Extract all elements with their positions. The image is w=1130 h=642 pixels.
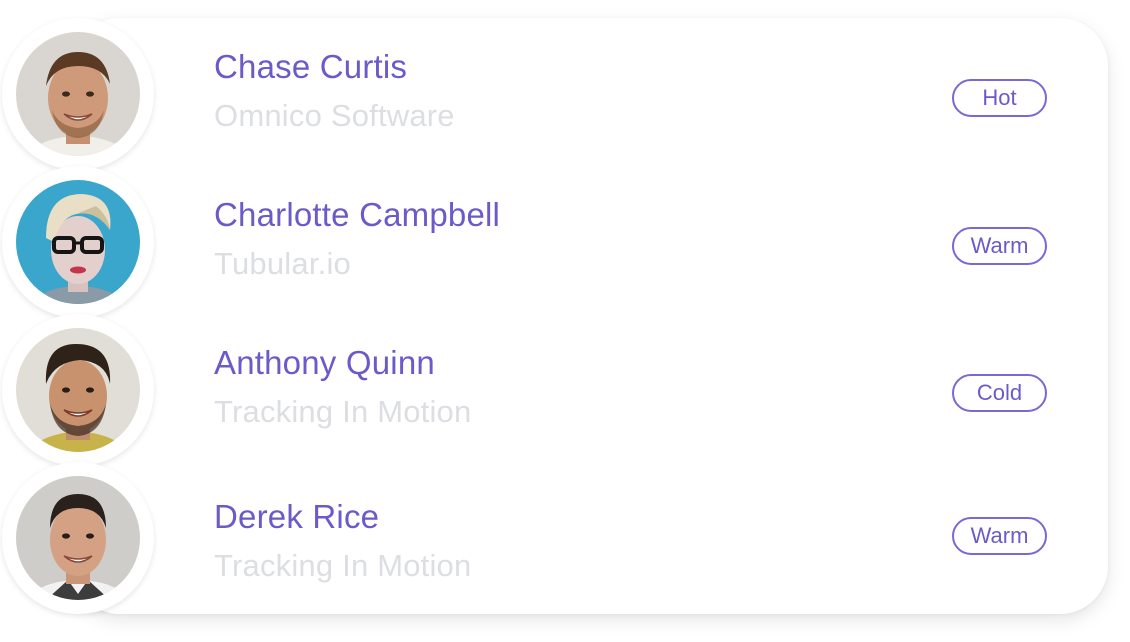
contact-company: Tracking In Motion <box>214 394 472 429</box>
contact-name[interactable]: Anthony Quinn <box>214 344 435 382</box>
contact-company: Tracking In Motion <box>214 548 472 583</box>
contact-name[interactable]: Chase Curtis <box>214 48 407 86</box>
status-badge: Hot <box>952 79 1047 117</box>
man-suit-photo-icon <box>16 476 140 600</box>
list-item[interactable]: Charlotte Campbell Tubular.io Warm <box>0 166 1130 318</box>
contact-company: Tubular.io <box>214 246 351 281</box>
man-smiling-photo-icon <box>16 32 140 156</box>
list-item[interactable]: Derek Rice Tracking In Motion Warm <box>0 462 1130 614</box>
contact-company: Omnico Software <box>214 98 455 133</box>
status-badge: Cold <box>952 374 1047 412</box>
avatar-photo <box>16 32 140 156</box>
list-item[interactable]: Chase Curtis Omnico Software Hot <box>0 18 1130 170</box>
contact-name[interactable]: Charlotte Campbell <box>214 196 500 234</box>
avatar-photo <box>16 328 140 452</box>
avatar-photo <box>16 180 140 304</box>
avatar <box>2 462 154 614</box>
man-beard-photo-icon <box>16 328 140 452</box>
avatar <box>2 166 154 318</box>
status-badge: Warm <box>952 517 1047 555</box>
contact-name[interactable]: Derek Rice <box>214 498 379 536</box>
avatar <box>2 314 154 466</box>
avatar <box>2 18 154 170</box>
status-badge: Warm <box>952 227 1047 265</box>
avatar-photo <box>16 476 140 600</box>
list-item[interactable]: Anthony Quinn Tracking In Motion Cold <box>0 314 1130 466</box>
woman-glasses-photo-icon <box>16 180 140 304</box>
